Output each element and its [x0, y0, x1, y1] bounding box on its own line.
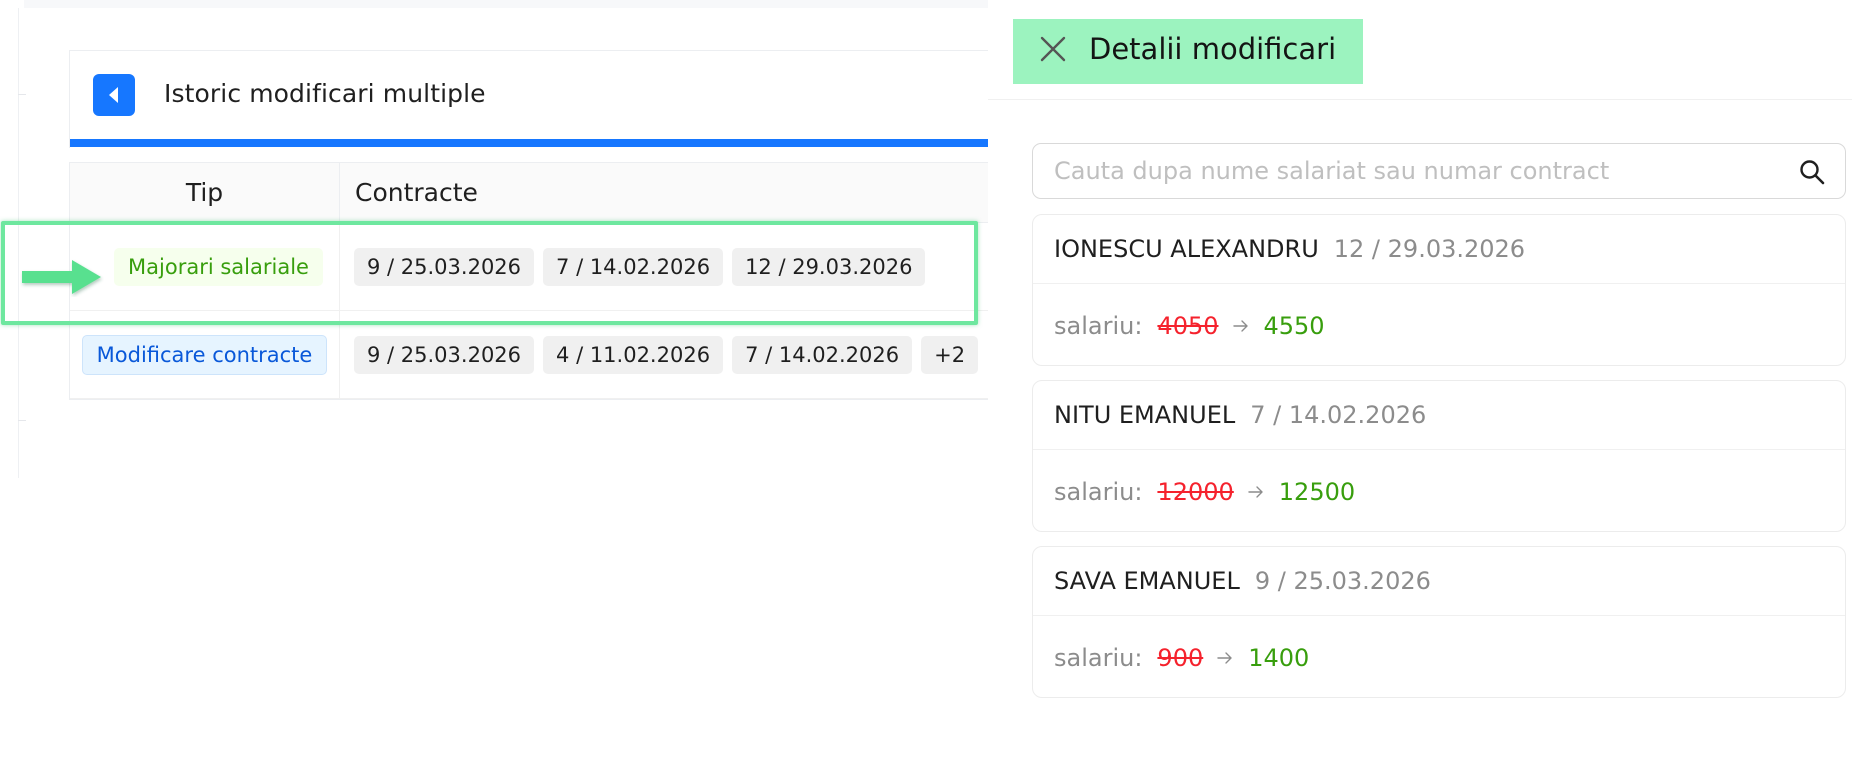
search-input[interactable] [1034, 145, 1774, 197]
arrow-right-icon [1248, 486, 1263, 498]
employee-contract: 7 / 14.02.2026 [1250, 401, 1427, 429]
side-divider-tick [18, 94, 26, 95]
history-header-card: Istoric modificari multiple [69, 50, 989, 148]
employee-card: IONESCU ALEXANDRU 12 / 29.03.2026 salari… [1032, 214, 1846, 366]
new-value: 4550 [1263, 312, 1325, 340]
annotation-arrow-icon [22, 260, 101, 294]
employee-card-header: IONESCU ALEXANDRU 12 / 29.03.2026 [1033, 215, 1845, 284]
change-field-label: salariu: [1054, 312, 1143, 340]
contract-chip: 4 / 11.02.2026 [543, 335, 724, 374]
side-divider-tick [18, 420, 26, 421]
employee-contract: 9 / 25.03.2026 [1254, 567, 1431, 595]
old-value: 12000 [1157, 478, 1234, 506]
employee-change: salariu: 4050 4550 [1033, 285, 1845, 367]
more-contracts-chip[interactable]: +2 [921, 335, 979, 374]
column-header-tip: Tip [70, 163, 340, 222]
back-button[interactable] [93, 74, 135, 116]
employee-card: SAVA EMANUEL 9 / 25.03.2026 salariu: 900… [1032, 546, 1846, 698]
search-icon[interactable] [1798, 158, 1826, 186]
contract-chip: 9 / 25.03.2026 [354, 335, 535, 374]
page-title: Istoric modificari multiple [164, 79, 486, 108]
old-value: 900 [1157, 644, 1204, 672]
new-value: 1400 [1248, 644, 1310, 672]
change-field-label: salariu: [1054, 644, 1143, 672]
old-value: 4050 [1157, 312, 1219, 340]
employee-change: salariu: 900 1400 [1033, 617, 1845, 699]
employee-contract: 12 / 29.03.2026 [1333, 235, 1526, 263]
arrow-right-icon [1217, 652, 1232, 664]
employee-change: salariu: 12000 12500 [1033, 451, 1845, 533]
drawer-title: Detalii modificari [1089, 32, 1337, 66]
change-field-label: salariu: [1054, 478, 1143, 506]
employee-name: IONESCU ALEXANDRU [1054, 235, 1319, 263]
column-header-contracte: Contracte [355, 178, 478, 207]
search-box[interactable] [1032, 143, 1846, 199]
details-drawer: Detalii modificari IONESCU ALEXANDRU 12 … [988, 0, 1852, 782]
employee-card-header: NITU EMANUEL 7 / 14.02.2026 [1033, 381, 1845, 450]
top-strip [24, 0, 988, 8]
drawer-header: Detalii modificari [988, 0, 1852, 100]
header-underline [70, 139, 989, 147]
employee-card: NITU EMANUEL 7 / 14.02.2026 salariu: 120… [1032, 380, 1846, 532]
employee-name: SAVA EMANUEL [1054, 567, 1240, 595]
close-icon[interactable] [1038, 34, 1068, 64]
arrow-right-icon [1232, 320, 1248, 332]
caret-left-icon [109, 87, 118, 103]
employee-name: NITU EMANUEL [1054, 401, 1236, 429]
employee-card-header: SAVA EMANUEL 9 / 25.03.2026 [1033, 547, 1845, 616]
new-value: 12500 [1278, 478, 1356, 506]
history-page: Istoric modificari multiple Tip Contract… [0, 0, 989, 782]
selected-row-highlight [1, 221, 978, 325]
type-tag: Modificare contracte [81, 334, 328, 375]
table-header: Tip Contracte [70, 163, 988, 223]
contract-chip: 7 / 14.02.2026 [732, 335, 913, 374]
